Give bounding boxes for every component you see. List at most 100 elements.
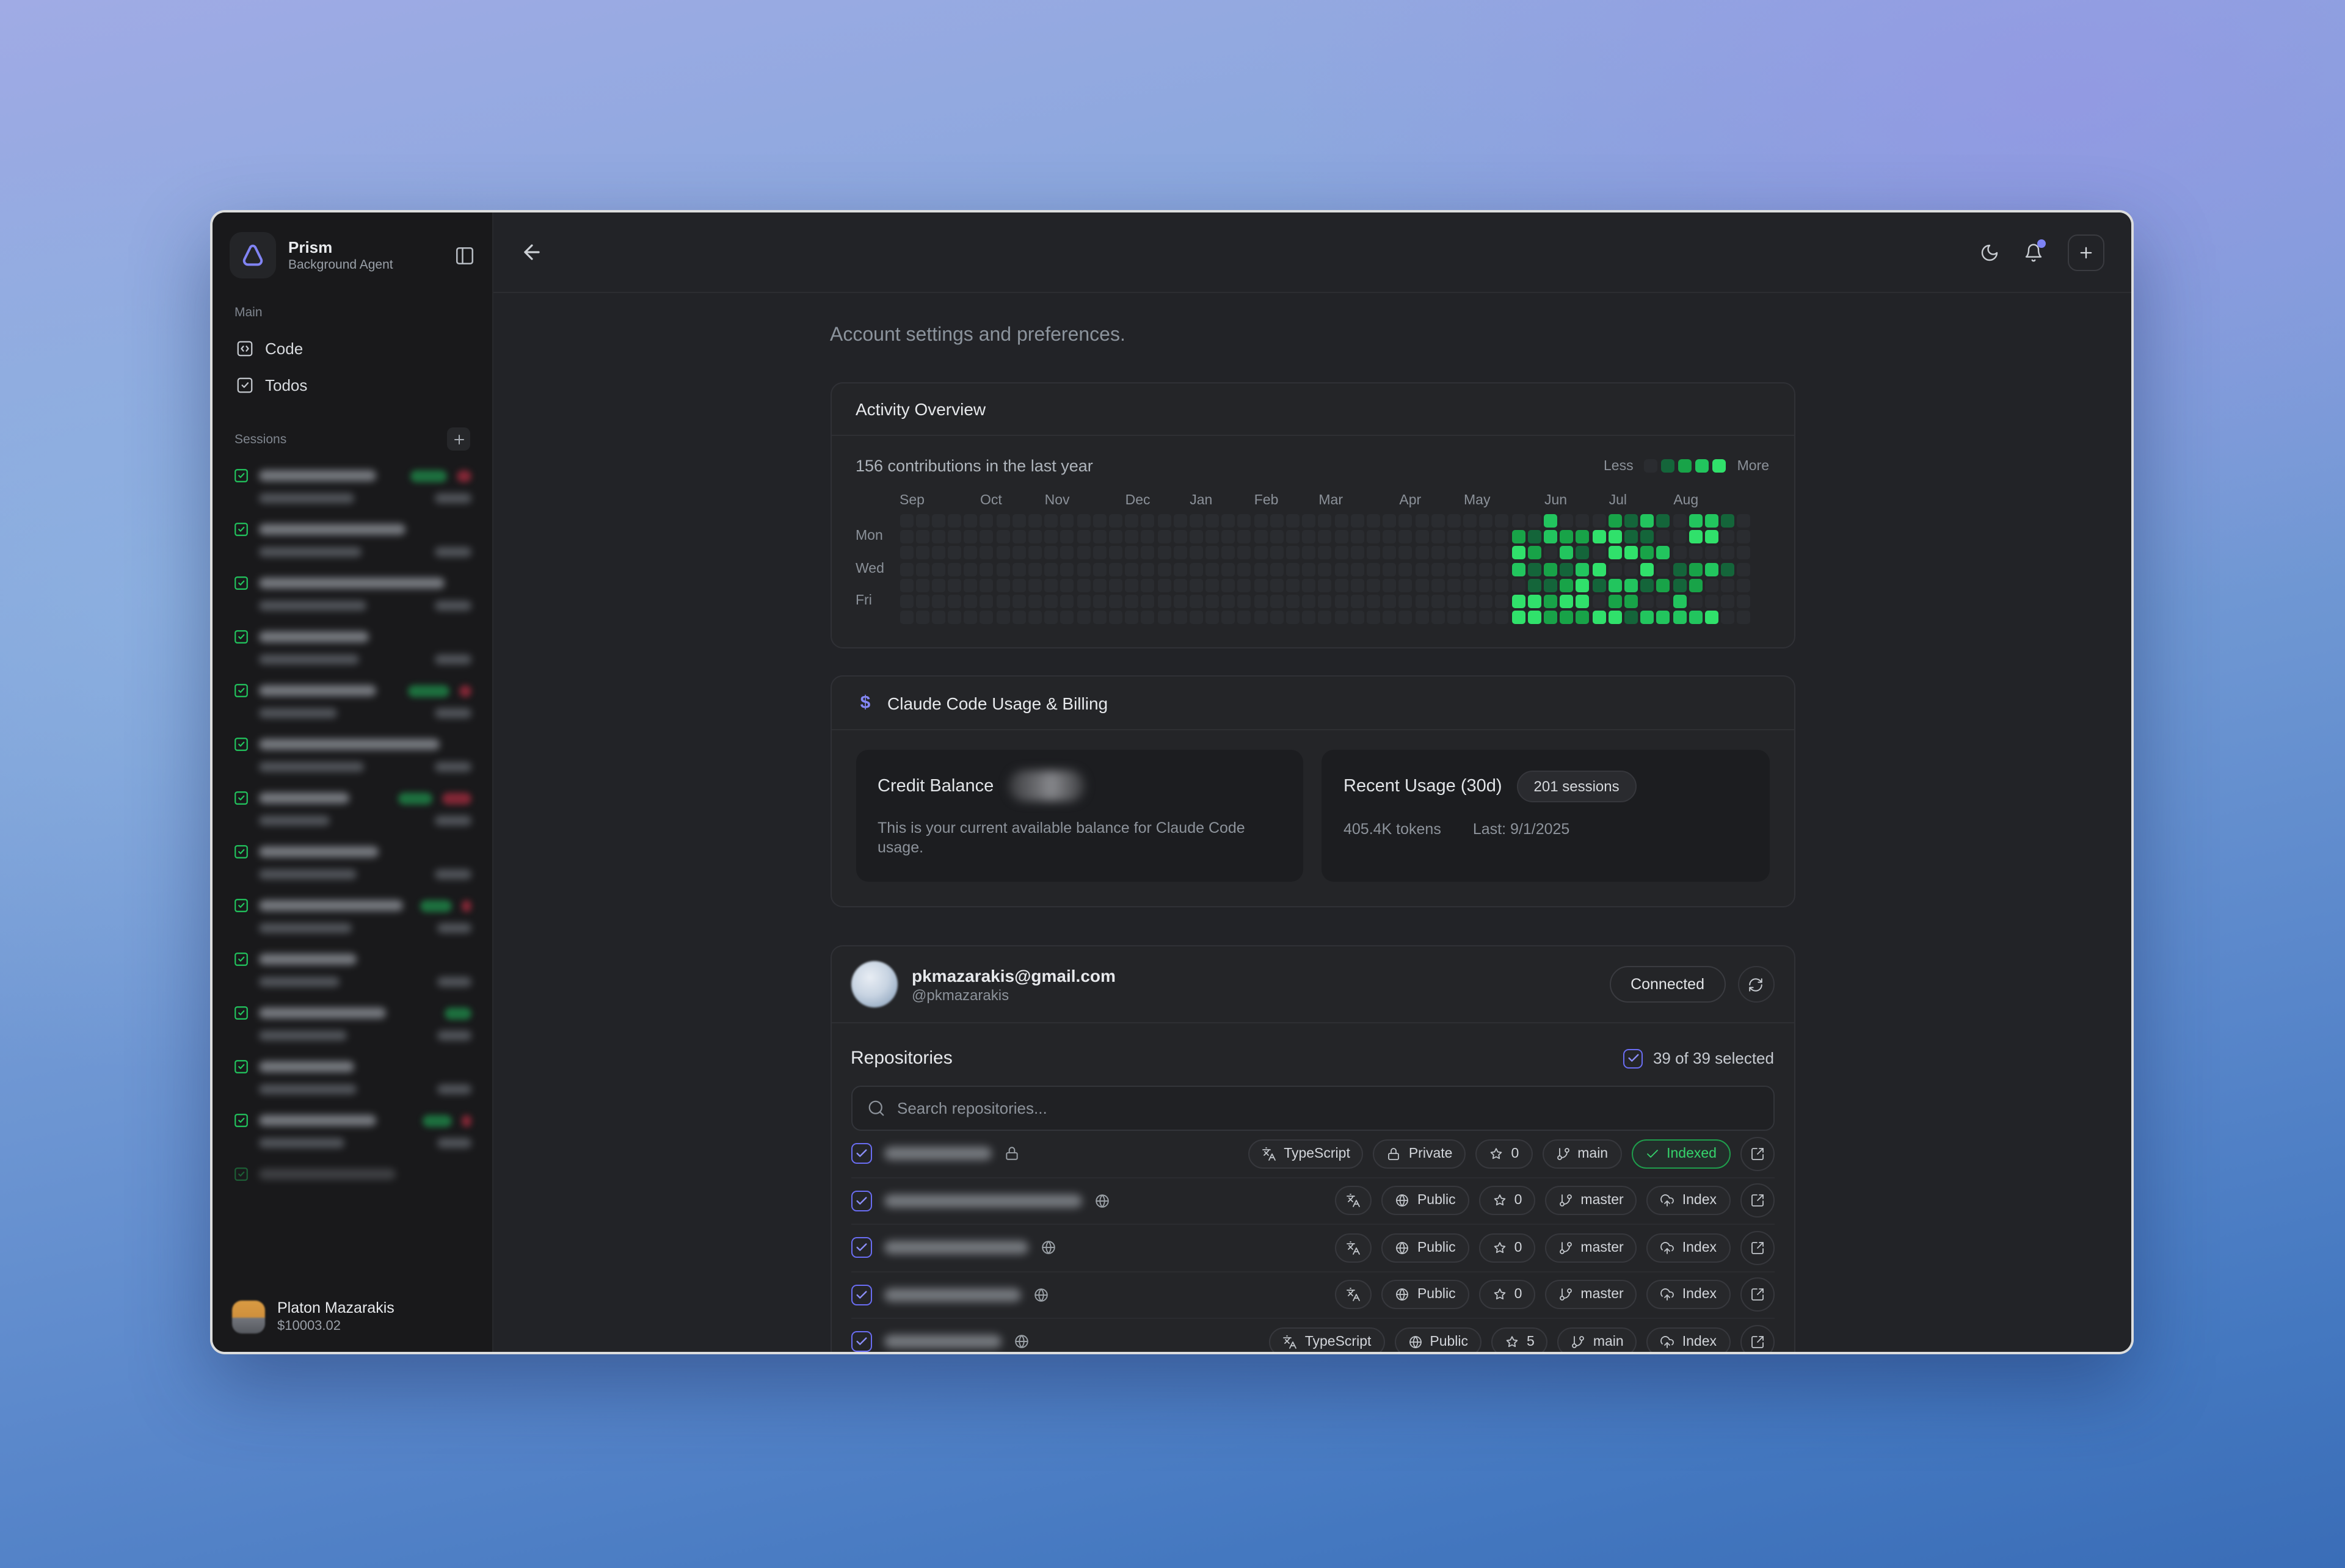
panel-toggle-icon[interactable] xyxy=(454,245,475,266)
contribution-cell xyxy=(1013,530,1026,543)
repo-checkbox[interactable] xyxy=(851,1191,871,1211)
external-link-button[interactable] xyxy=(1740,1231,1774,1265)
contribution-cell xyxy=(1657,611,1670,624)
repo-checkbox[interactable] xyxy=(851,1285,871,1305)
contribution-cell xyxy=(1609,530,1622,543)
back-button[interactable] xyxy=(520,241,544,264)
repo-checkbox[interactable] xyxy=(851,1144,871,1164)
session-item[interactable] xyxy=(227,463,478,508)
contribution-cell xyxy=(1609,595,1622,608)
session-item[interactable] xyxy=(227,1161,478,1187)
session-item[interactable] xyxy=(227,785,478,830)
contribution-cell xyxy=(1480,579,1493,592)
plus-icon xyxy=(2078,244,2095,261)
new-session-button[interactable] xyxy=(2068,234,2104,270)
external-link-button[interactable] xyxy=(1740,1184,1774,1218)
theme-toggle-icon[interactable] xyxy=(1980,242,1999,262)
contribution-cell xyxy=(915,595,929,608)
contribution-cell xyxy=(1351,546,1364,560)
contribution-cell xyxy=(1125,579,1138,592)
repo-row: Public0masterIndex xyxy=(851,1272,1774,1319)
contribution-cell xyxy=(1141,595,1155,608)
prism-logo xyxy=(230,232,276,278)
session-title-redacted xyxy=(259,578,445,589)
session-item[interactable] xyxy=(227,624,478,669)
contribution-cell xyxy=(1302,611,1315,624)
contribution-cell xyxy=(1367,562,1380,576)
visibility-badge: Public xyxy=(1382,1186,1469,1216)
index-button[interactable]: Index xyxy=(1647,1327,1730,1352)
contribution-cell xyxy=(915,579,929,592)
contribution-cell xyxy=(1431,514,1444,528)
contribution-cell xyxy=(1044,579,1058,592)
contribution-cell xyxy=(915,514,929,528)
sidebar-item-todos[interactable]: Todos xyxy=(227,366,478,403)
language-badge: TypeScript xyxy=(1270,1327,1385,1352)
session-item[interactable] xyxy=(227,1000,478,1045)
contribution-cell xyxy=(1689,562,1702,576)
index-button[interactable]: Index xyxy=(1647,1186,1730,1216)
contribution-cell xyxy=(1190,611,1203,624)
user-footer[interactable]: Platon Mazarakis $10003.02 xyxy=(227,1294,478,1335)
add-session-button[interactable] xyxy=(447,427,470,451)
contribution-cell xyxy=(1222,530,1235,543)
sidebar-item-code[interactable]: Code xyxy=(227,330,478,366)
visibility-badge: Private xyxy=(1373,1139,1466,1169)
session-item[interactable] xyxy=(227,946,478,992)
session-check-icon xyxy=(233,1005,249,1021)
contribution-cell xyxy=(1447,546,1461,560)
session-item[interactable] xyxy=(227,517,478,562)
select-all-checkbox[interactable] xyxy=(1624,1048,1643,1068)
indexed-badge[interactable]: Indexed xyxy=(1631,1139,1730,1169)
external-link-button[interactable] xyxy=(1740,1325,1774,1352)
contribution-cell xyxy=(1609,546,1622,560)
contribution-cell xyxy=(1286,562,1300,576)
session-item[interactable] xyxy=(227,839,478,884)
repo-row: TypeScriptPublic5mainIndex xyxy=(851,1319,1774,1352)
contribution-cell xyxy=(1205,530,1219,543)
repo-checkbox[interactable] xyxy=(851,1238,871,1258)
legend-squares xyxy=(1645,459,1726,473)
notifications-button[interactable] xyxy=(2024,242,2043,262)
refresh-button[interactable] xyxy=(1737,966,1774,1003)
contribution-legend: Less More xyxy=(1604,459,1769,473)
search-input[interactable] xyxy=(897,1099,1758,1117)
session-title-redacted xyxy=(259,793,349,804)
contribution-cell xyxy=(948,611,961,624)
contribution-cell xyxy=(1270,530,1284,543)
contribution-cell xyxy=(1673,514,1686,528)
language-badge: TypeScript xyxy=(1248,1139,1364,1169)
external-link-button[interactable] xyxy=(1740,1137,1774,1171)
globe-icon xyxy=(1094,1193,1110,1209)
session-time-redacted xyxy=(437,1084,471,1094)
index-button[interactable]: Index xyxy=(1647,1233,1730,1263)
contribution-cell xyxy=(1302,514,1315,528)
contribution-cell xyxy=(1447,595,1461,608)
session-check-icon xyxy=(233,1166,249,1182)
contribution-cell xyxy=(1657,579,1670,592)
app-subtitle: Background Agent xyxy=(288,257,442,273)
session-check-icon xyxy=(233,683,249,699)
connected-button[interactable]: Connected xyxy=(1610,966,1725,1003)
contribution-cell xyxy=(1609,579,1622,592)
contribution-cell xyxy=(1238,562,1251,576)
external-link-button[interactable] xyxy=(1740,1278,1774,1312)
repo-name-redacted xyxy=(884,1194,1082,1208)
session-item[interactable] xyxy=(227,893,478,938)
main-area: Account settings and preferences. Activi… xyxy=(493,212,2131,1352)
session-item[interactable] xyxy=(227,1054,478,1099)
session-item[interactable] xyxy=(227,731,478,777)
sidebar-item-label: Code xyxy=(265,339,303,357)
contribution-cell xyxy=(1093,579,1107,592)
session-time-redacted xyxy=(435,493,471,503)
repo-checkbox[interactable] xyxy=(851,1332,871,1352)
contribution-cell xyxy=(1286,546,1300,560)
contribution-cell xyxy=(1609,562,1622,576)
session-item[interactable] xyxy=(227,678,478,723)
content-scroll[interactable]: Account settings and preferences. Activi… xyxy=(493,293,2131,1352)
legend-level-2 xyxy=(1679,459,1692,473)
session-item[interactable] xyxy=(227,1108,478,1153)
session-item[interactable] xyxy=(227,570,478,615)
contribution-cell xyxy=(1737,595,1751,608)
index-button[interactable]: Index xyxy=(1647,1280,1730,1310)
